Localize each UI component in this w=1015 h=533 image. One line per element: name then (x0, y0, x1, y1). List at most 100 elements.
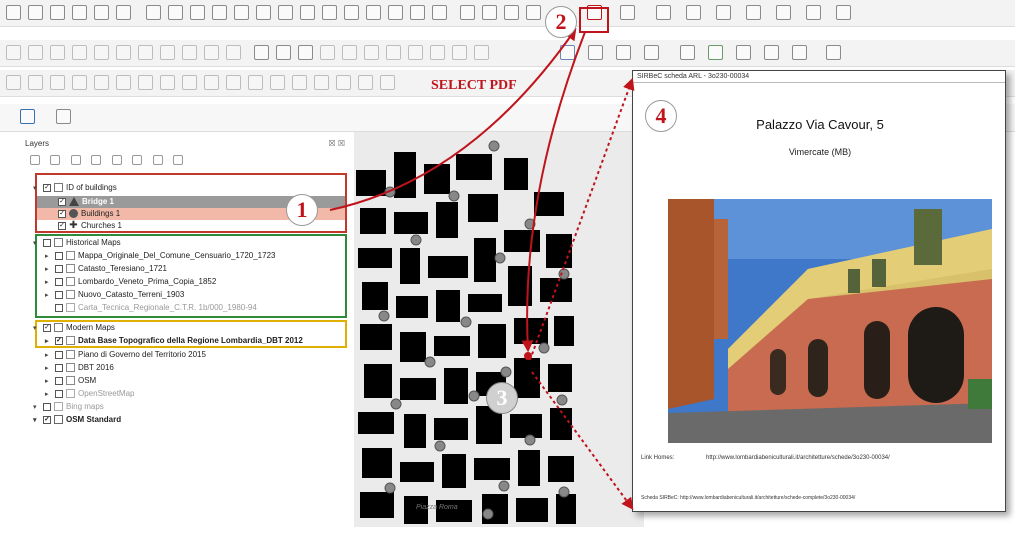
show-bookmarks-icon[interactable] (410, 5, 425, 20)
layer-checkbox[interactable] (55, 290, 63, 299)
label-tool-4-icon[interactable] (386, 45, 401, 60)
run-feature-action-icon[interactable] (482, 5, 497, 20)
layer-group-id-buildings[interactable]: ▾ ✓ ID of buildings (33, 182, 117, 194)
adv-tool-1-icon[interactable] (6, 75, 21, 90)
adv-tool-12-icon[interactable] (248, 75, 263, 90)
save-as-icon[interactable] (50, 5, 65, 20)
layer-checkbox[interactable]: ✓ (58, 197, 66, 206)
layer-historical-5[interactable]: Carta_Tecnica_Regionale_C.T.R. 1b/000_19… (45, 302, 257, 314)
layer-checkbox[interactable]: ✓ (55, 336, 63, 345)
pan-icon[interactable] (146, 5, 161, 20)
layer-checkbox[interactable] (55, 264, 63, 273)
label-icon[interactable] (254, 45, 269, 60)
adv-tool-5-icon[interactable] (94, 75, 109, 90)
add-vector-icon[interactable] (588, 45, 603, 60)
new-map-view-icon[interactable] (366, 5, 381, 20)
layer-group-historical-maps[interactable]: ▾ Historical Maps (33, 237, 121, 249)
database-icon[interactable] (644, 45, 659, 60)
label-tool-3-icon[interactable] (364, 45, 379, 60)
print-layout-icon[interactable] (72, 5, 87, 20)
layer-historical-1[interactable]: ▸ Mappa_Originale_Del_Comune_Censuario_17… (45, 250, 275, 262)
adv-tool-4-icon[interactable] (72, 75, 87, 90)
plugin-2-icon[interactable] (764, 45, 779, 60)
collapse-arrow-icon[interactable]: ▾ (33, 238, 41, 250)
layer-checkbox[interactable] (55, 389, 63, 398)
attribute-table-icon[interactable] (620, 5, 635, 20)
pdf-footer[interactable]: Scheda SIRBeC: http://www.lombardiabenic… (641, 495, 855, 501)
layer-checkbox[interactable] (55, 350, 63, 359)
map-canvas[interactable]: Piazza Roma (354, 132, 644, 527)
label-tool-5-icon[interactable] (408, 45, 423, 60)
pin-label-icon[interactable] (276, 45, 291, 60)
zoom-next-icon[interactable] (344, 5, 359, 20)
adv-tool-9-icon[interactable] (182, 75, 197, 90)
style-icon[interactable] (30, 155, 40, 165)
save-edits-icon[interactable] (28, 45, 43, 60)
layer-modern-4[interactable]: ▸ OSM (45, 375, 96, 387)
expand-arrow-icon[interactable]: ▸ (45, 251, 53, 263)
layer-modern-1[interactable]: ▸ ✓ Data Base Topografico della Regione Lo… (45, 335, 303, 347)
collapse-arrow-icon[interactable]: ▾ (33, 402, 41, 414)
paste-features-icon[interactable] (182, 45, 197, 60)
layer-checkbox[interactable] (55, 376, 63, 385)
expand-arrow-icon[interactable]: ▸ (45, 264, 53, 276)
layer-checkbox[interactable] (55, 251, 63, 260)
layer-checkbox[interactable] (55, 303, 63, 312)
zoom-last-icon[interactable] (322, 5, 337, 20)
pdf-link-url[interactable]: http://www.lombardiabeniculturali.it/arc… (706, 455, 890, 461)
save-project-icon[interactable] (28, 5, 43, 20)
adv-tool-13-icon[interactable] (270, 75, 285, 90)
identify-features-icon[interactable] (460, 5, 475, 20)
expand-all-icon[interactable] (132, 155, 143, 165)
adv-tool-11-icon[interactable] (226, 75, 241, 90)
undo-icon[interactable] (204, 45, 219, 60)
expand-arrow-icon[interactable]: ▸ (45, 336, 53, 348)
layer-checkbox[interactable]: ✓ (43, 323, 51, 332)
collapse-arrow-icon[interactable]: ▾ (33, 183, 41, 195)
adv-tool-15-icon[interactable] (314, 75, 329, 90)
layer-checkbox[interactable] (43, 402, 51, 411)
action-select-pdf-icon[interactable] (587, 5, 602, 20)
collapse-all-icon[interactable] (152, 155, 163, 165)
add-raster-icon[interactable] (560, 45, 575, 60)
layer-labeling-icon[interactable] (298, 45, 313, 60)
layer-checkbox[interactable]: ✓ (43, 183, 51, 192)
plugin-4-icon[interactable] (826, 45, 841, 60)
zoom-native-icon[interactable] (234, 5, 249, 20)
layer-checkbox[interactable]: ✓ (58, 221, 66, 230)
layer-checkbox[interactable] (55, 363, 63, 372)
refresh-icon[interactable] (432, 5, 447, 20)
layer-historical-2[interactable]: ▸ Catasto_Teresiano_1721 (45, 263, 167, 275)
adv-tool-6-icon[interactable] (116, 75, 131, 90)
open-project-icon[interactable] (6, 5, 21, 20)
layer-osm-standard[interactable]: ▾ ✓ OSM Standard (33, 414, 121, 426)
layer-checkbox[interactable] (55, 277, 63, 286)
expand-arrow-icon[interactable]: ▸ (45, 376, 53, 388)
zoom-full-icon[interactable] (256, 5, 271, 20)
bookmark-icon[interactable] (388, 5, 403, 20)
sum-icon[interactable] (806, 5, 821, 20)
layer-churches[interactable]: ✓ ✚ Churches 1 (58, 220, 122, 232)
layer-modern-3[interactable]: ▸ DBT 2016 (45, 362, 114, 374)
zoom-layer-icon[interactable] (300, 5, 315, 20)
layer-bing-maps[interactable]: ▾ Bing maps (33, 401, 104, 413)
node-tool-icon[interactable] (94, 45, 109, 60)
edit-pencil-icon[interactable] (6, 45, 21, 60)
statistics-icon[interactable] (686, 5, 701, 20)
delete-selected-icon[interactable] (116, 45, 131, 60)
adv-tool-8-icon[interactable] (160, 75, 175, 90)
adv-tool-2-icon[interactable] (28, 75, 43, 90)
zoom-selection-icon[interactable] (278, 5, 293, 20)
python-icon[interactable] (708, 45, 723, 60)
layer-stack-icon[interactable] (56, 109, 71, 124)
layer-bridge[interactable]: ✓ Bridge 1 (58, 196, 114, 208)
pdf-window-titlebar[interactable]: SIRBeC scheda ARL - 3o230-00034 (633, 71, 1005, 83)
expand-arrow-icon[interactable]: ▸ (45, 277, 53, 289)
layer-modern-2[interactable]: ▸ Piano di Governo del Territorio 2015 (45, 349, 206, 361)
cut-features-icon[interactable] (138, 45, 153, 60)
zoom-in-icon[interactable] (190, 5, 205, 20)
pan-to-selection-icon[interactable] (168, 5, 183, 20)
label-tool-2-icon[interactable] (342, 45, 357, 60)
layer-checkbox[interactable]: ✓ (43, 415, 51, 424)
redo-icon[interactable] (226, 45, 241, 60)
